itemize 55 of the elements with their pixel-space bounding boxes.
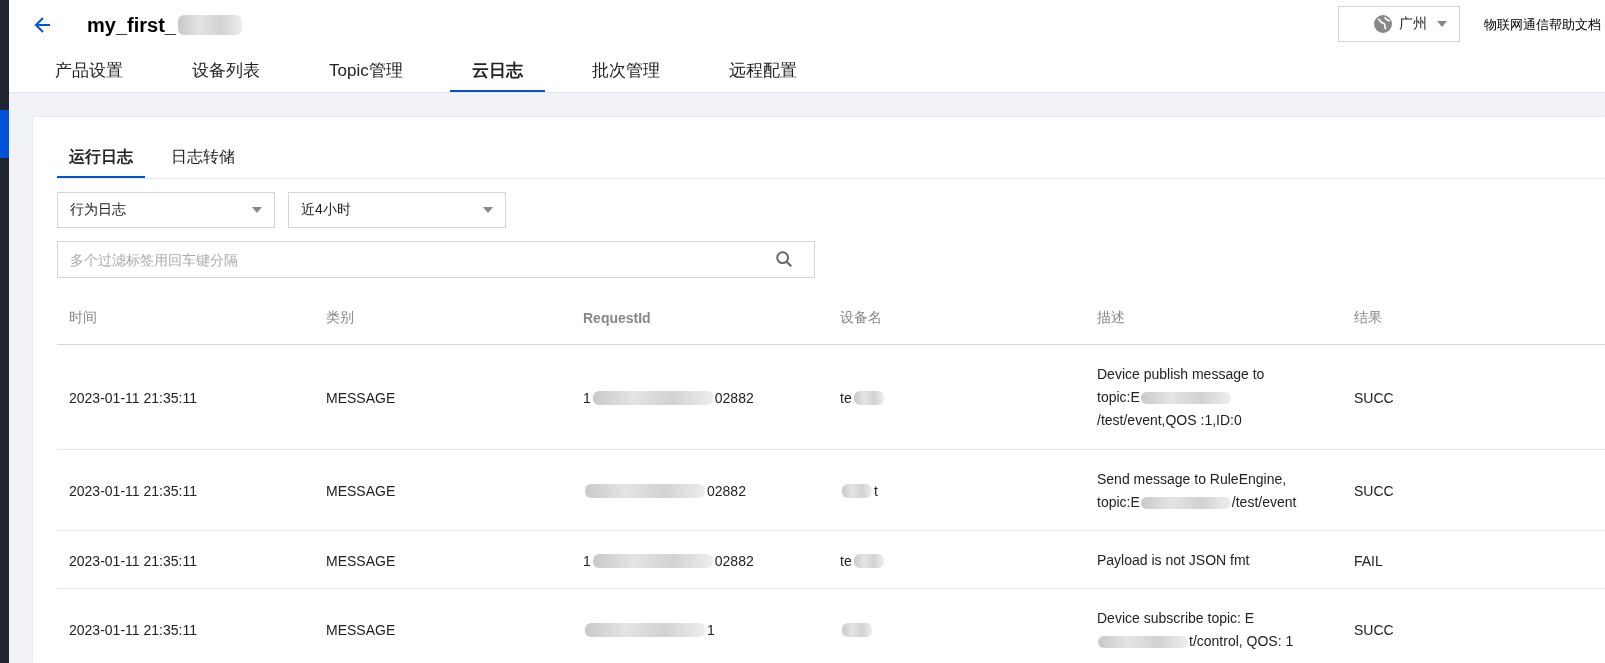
- nav-tab[interactable]: 批次管理: [569, 50, 682, 92]
- table-cell-text: 2023-01-11 21:35:11: [68, 621, 198, 640]
- table-cell-text: SUCC: [1353, 621, 1395, 640]
- table-cell-text: 2023-01-11 21:35:11: [68, 482, 198, 501]
- log-tab[interactable]: 日志转储: [159, 139, 247, 178]
- table-cell: 1: [707, 622, 715, 638]
- redaction-blur: [842, 623, 872, 637]
- table-cell-text: Device publish message to topic:E /test/event,QOS :1,ID:0: [1097, 365, 1266, 430]
- caret-icon: [252, 207, 262, 213]
- log-type-select[interactable]: 行为日志: [57, 192, 275, 228]
- column-header: 类别: [325, 309, 355, 327]
- caret-icon: [483, 207, 493, 213]
- table-cell: 1: [583, 389, 591, 406]
- sidebar-indicator: [0, 110, 9, 158]
- table-cell-text: FAIL: [1353, 551, 1384, 571]
- search-icon[interactable]: [775, 250, 793, 268]
- column-header: 设备名: [839, 309, 883, 327]
- redaction-blur: [853, 390, 884, 405]
- table-cell-text: MESSAGE: [325, 621, 397, 640]
- table-cell-text: 2023-01-11 21:35:11: [68, 551, 198, 571]
- globe-icon: [1373, 14, 1393, 34]
- caret-icon: [1437, 21, 1447, 27]
- nav-tab[interactable]: 设备列表: [170, 50, 282, 92]
- table-cell: 02882: [707, 483, 746, 499]
- table-cell: t: [874, 483, 878, 499]
- redaction-blur: [853, 553, 884, 568]
- table-cell-text: Device subscribe topic: E t/control, QOS: 1: [1097, 609, 1295, 651]
- column-header: 结果: [1353, 309, 1383, 327]
- table-cell-text: Payload is not JSON fmt: [1097, 551, 1251, 570]
- search-field[interactable]: 多个过滤标签用回车键分隔: [57, 241, 815, 278]
- table-cell: 02882: [714, 389, 754, 406]
- table-cell-text: Send message to RuleEngine, topic:E /test/event: [1097, 470, 1298, 512]
- time-range-select[interactable]: 近4小时: [288, 192, 506, 228]
- table-cell: 1: [583, 552, 591, 569]
- table-cell-text: MESSAGE: [325, 551, 397, 571]
- back-arrow-icon[interactable]: [33, 15, 53, 35]
- table-cell-text: MESSAGE: [325, 482, 397, 501]
- table-cell-text: SUCC: [1353, 482, 1395, 501]
- help-docs-link[interactable]: 物联网通信帮助文档: [1484, 16, 1601, 34]
- table-cell-text: 2023-01-11 21:35:11: [68, 388, 198, 408]
- nav-tab[interactable]: Topic管理: [307, 50, 425, 92]
- table-cell: te: [840, 552, 852, 569]
- column-header: RequestId: [582, 310, 652, 326]
- column-header: 时间: [68, 309, 98, 327]
- table-cell-text: MESSAGE: [325, 388, 397, 408]
- redaction-blur: [842, 484, 872, 498]
- column-header: 描述: [1096, 309, 1126, 327]
- nav-tab[interactable]: 远程配置: [706, 50, 819, 92]
- table-cell: te: [840, 389, 852, 406]
- table-cell: 02882: [714, 552, 754, 569]
- region-selector[interactable]: 广州: [1338, 6, 1460, 42]
- table-cell-text: SUCC: [1353, 388, 1395, 408]
- product-title: my_first_: [87, 13, 176, 37]
- nav-tab[interactable]: 产品设置: [33, 50, 145, 92]
- log-tab[interactable]: 运行日志: [57, 139, 145, 178]
